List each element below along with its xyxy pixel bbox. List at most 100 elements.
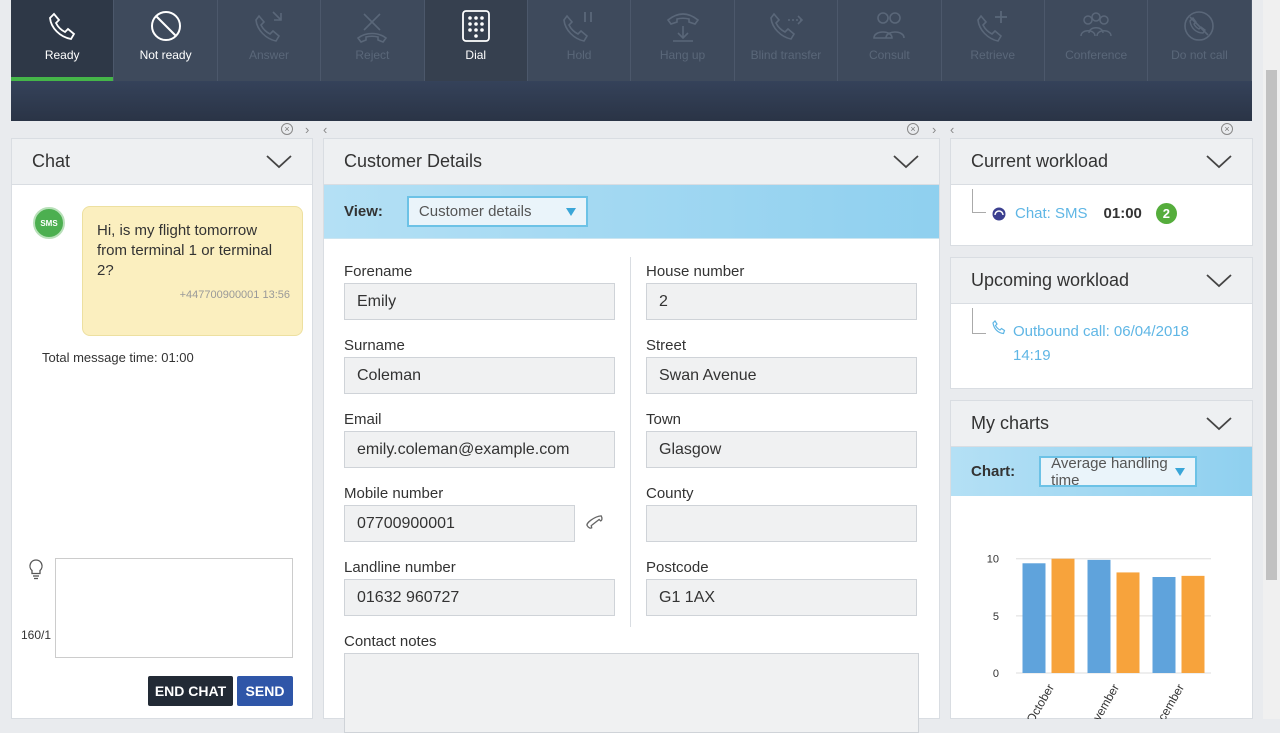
toolbar-retrieve-button[interactable]: Retrieve xyxy=(942,0,1045,81)
collapse-right-icon-2[interactable]: › xyxy=(932,122,936,137)
upcoming-workload-panel: Upcoming workload Outbound call: 06/04/2… xyxy=(950,257,1253,389)
chat-header[interactable]: Chat xyxy=(12,139,312,185)
view-select-value: Customer details xyxy=(418,203,532,220)
toolbar-blind-transfer-button[interactable]: Blind transfer xyxy=(735,0,839,81)
chart-bar-october-2 xyxy=(1051,558,1075,673)
hold-icon xyxy=(563,12,593,42)
street-field[interactable]: Swan Avenue xyxy=(646,357,917,394)
customer-details-panel: Customer Details View: Customer details … xyxy=(323,138,940,733)
view-label: View: xyxy=(344,203,383,220)
scrollbar-thumb[interactable] xyxy=(1266,70,1277,580)
chevron-down-icon[interactable] xyxy=(1206,273,1232,288)
close-chat-icon[interactable]: × xyxy=(281,123,293,135)
chart-x-tick-label: October xyxy=(1024,681,1057,719)
do-not-call-icon xyxy=(1184,11,1215,41)
forename-field[interactable]: Emily xyxy=(344,283,615,320)
conference-icon xyxy=(1080,12,1112,37)
tree-connector xyxy=(972,308,986,334)
current-workload-item[interactable]: Chat: SMS 01:00 2 xyxy=(991,203,1177,224)
chat-status-icon xyxy=(992,207,1006,220)
toolbar-button-label: Not ready xyxy=(139,48,192,62)
answer-icon xyxy=(255,11,282,42)
chart-y-tick-label: 0 xyxy=(993,668,999,680)
toolbar-button-label: Hang up xyxy=(659,48,706,62)
close-customer-icon[interactable]: × xyxy=(907,123,919,135)
my-charts-panel: My charts Chart: Average handling time 0… xyxy=(950,400,1253,719)
character-counter: 160/1 xyxy=(21,628,52,642)
house-label: House number xyxy=(646,263,745,280)
collapse-right-icon[interactable]: › xyxy=(305,122,309,137)
end-chat-button[interactable]: END CHAT xyxy=(148,676,233,706)
toolbar-dial-button[interactable]: Dial xyxy=(424,0,528,81)
customer-title: Customer Details xyxy=(344,151,483,171)
close-workload-icon[interactable]: × xyxy=(1221,123,1233,135)
chart-bar-december-1 xyxy=(1152,577,1176,673)
current-workload-time: 01:00 xyxy=(1103,205,1142,222)
surname-field[interactable]: Coleman xyxy=(344,357,615,394)
toolbar-consult-button[interactable]: Consult xyxy=(838,0,942,81)
chat-panel: Chat SMS Hi, is my flight tomorrow from … xyxy=(11,138,313,719)
view-bar: View: Customer details xyxy=(324,185,939,239)
postcode-label: Postcode xyxy=(646,559,709,576)
toolbar-not-ready-button[interactable]: Not ready xyxy=(114,0,218,81)
toolbar-button-label: Blind transfer xyxy=(750,48,822,62)
current-workload-header[interactable]: Current workload xyxy=(951,139,1252,185)
tree-connector xyxy=(972,189,986,213)
chart-select[interactable]: Average handling time xyxy=(1039,455,1198,489)
surname-label: Surname xyxy=(344,337,405,354)
chevron-down-icon[interactable] xyxy=(1206,416,1232,431)
chart-bar-october-1 xyxy=(1022,563,1046,673)
not-ready-icon xyxy=(150,11,181,41)
chevron-down-icon[interactable] xyxy=(266,154,292,169)
hang-up-icon xyxy=(666,13,699,42)
upcoming-workload-header[interactable]: Upcoming workload xyxy=(951,258,1252,304)
view-select[interactable]: Customer details xyxy=(406,196,588,227)
email-label: Email xyxy=(344,411,382,428)
toolbar-hold-button[interactable]: Hold xyxy=(528,0,632,81)
postcode-field[interactable]: G1 1AX xyxy=(646,579,917,616)
toolbar-button-label: Consult xyxy=(868,48,910,62)
toolbar-conference-button[interactable]: Conference xyxy=(1045,0,1149,81)
upcoming-workload-title: Upcoming workload xyxy=(971,270,1130,290)
mobile-field[interactable]: 07700900001 xyxy=(344,505,575,542)
county-field[interactable] xyxy=(646,505,917,542)
toolbar-reject-button[interactable]: Reject xyxy=(321,0,425,81)
toolbar-button-label: Do not call xyxy=(1171,48,1228,62)
toolbar-ready-button[interactable]: Ready xyxy=(11,0,115,81)
send-button[interactable]: SEND xyxy=(237,676,293,706)
chat-message-input[interactable] xyxy=(55,558,293,658)
upcoming-workload-item[interactable]: Outbound call: 06/04/2018 14:19 xyxy=(1013,320,1223,368)
toolbar-answer-button[interactable]: Answer xyxy=(218,0,322,81)
contact-notes-field[interactable] xyxy=(344,653,919,733)
toolbar-subbar xyxy=(11,81,1252,121)
chevron-down-icon[interactable] xyxy=(893,154,919,169)
phone-icon xyxy=(49,12,76,40)
dropdown-arrow-icon xyxy=(565,208,576,216)
toolbar-hang-up-button[interactable]: Hang up xyxy=(631,0,735,81)
collapse-left-icon-2[interactable]: ‹ xyxy=(950,122,954,137)
forename-label: Forename xyxy=(344,263,413,280)
toolbar-do-not-call-button[interactable]: Do not call xyxy=(1148,0,1252,81)
my-charts-header[interactable]: My charts xyxy=(951,401,1252,447)
email-field[interactable]: emily.coleman@example.com xyxy=(344,431,615,468)
current-workload-title: Current workload xyxy=(971,151,1109,171)
house-number-field[interactable]: 2 xyxy=(646,283,917,320)
toolbar-button-label: Hold xyxy=(566,48,592,62)
chevron-down-icon[interactable] xyxy=(1206,154,1232,169)
column-divider xyxy=(630,257,631,627)
collapse-left-icon[interactable]: ‹ xyxy=(323,122,327,137)
current-workload-panel: Current workload Chat: SMS 01:00 2 xyxy=(950,138,1253,246)
landline-field[interactable]: 01632 960727 xyxy=(344,579,615,616)
current-workload-label[interactable]: Chat: SMS xyxy=(1015,205,1088,222)
call-mobile-icon[interactable] xyxy=(581,511,605,535)
toolbar-button-label: Dial xyxy=(465,48,487,62)
dropdown-arrow-icon xyxy=(1175,468,1186,476)
lightbulb-icon[interactable] xyxy=(26,558,46,580)
handling-time-chart: 0 5 10 October November December xyxy=(987,554,1211,719)
sms-icon: SMS xyxy=(33,207,65,239)
customer-header[interactable]: Customer Details xyxy=(324,139,939,185)
toolbar-button-label: Reject xyxy=(355,48,390,62)
county-label: County xyxy=(646,485,694,502)
town-field[interactable]: Glasgow xyxy=(646,431,917,468)
chat-title: Chat xyxy=(32,151,71,171)
